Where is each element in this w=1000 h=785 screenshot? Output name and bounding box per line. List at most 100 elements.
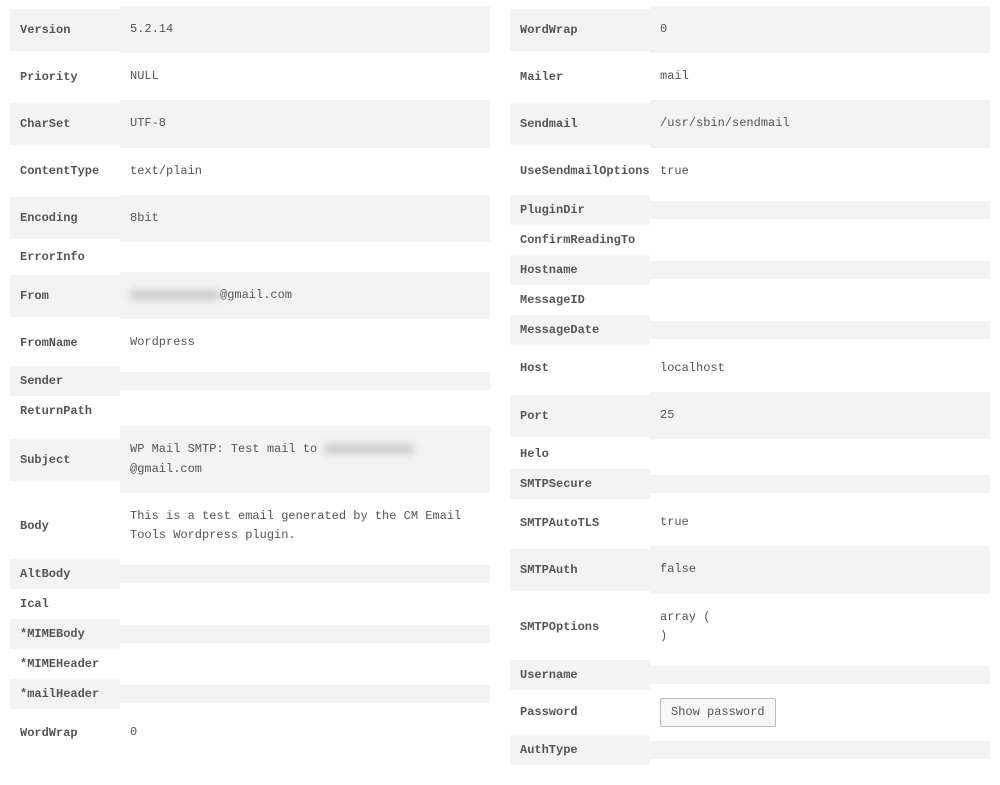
- config-value: true: [650, 148, 990, 195]
- config-value: [120, 595, 490, 613]
- config-value: array ( ): [650, 594, 990, 660]
- config-key: Sender: [10, 366, 120, 396]
- config-key: MessageID: [510, 285, 650, 315]
- config-row: Encoding8bit: [10, 195, 490, 242]
- config-row: WordWrap0: [10, 709, 490, 756]
- config-value: 8bit: [120, 195, 490, 242]
- config-value: [120, 685, 490, 703]
- config-row: Port25: [510, 392, 990, 439]
- config-value: [650, 201, 990, 219]
- config-key: Host: [510, 347, 650, 389]
- config-row: *MIMEBody: [10, 619, 490, 649]
- config-row: CharSetUTF-8: [10, 100, 490, 147]
- config-key: CharSet: [10, 103, 120, 145]
- config-key: ContentType: [10, 150, 120, 192]
- config-value: @gmail.com: [120, 272, 490, 319]
- config-key: Hostname: [510, 255, 650, 285]
- config-value: [120, 625, 490, 643]
- config-key: WordWrap: [10, 712, 120, 754]
- config-key: Password: [510, 697, 650, 727]
- config-row: SubjectWP Mail SMTP: Test mail to @gmail…: [10, 426, 490, 492]
- config-value: mail: [650, 53, 990, 100]
- config-value: [120, 655, 490, 673]
- config-value: [650, 741, 990, 759]
- config-key: AuthType: [510, 735, 650, 765]
- config-key: ReturnPath: [10, 396, 120, 426]
- config-row: Version5.2.14: [10, 6, 490, 53]
- right-column: WordWrap0MailermailSendmail/usr/sbin/sen…: [510, 6, 990, 765]
- config-row: Mailermail: [510, 53, 990, 100]
- config-row: ContentTypetext/plain: [10, 148, 490, 195]
- config-value: [650, 321, 990, 339]
- show-password-button[interactable]: Show password: [660, 698, 776, 727]
- config-value: UTF-8: [120, 100, 490, 147]
- config-value: [120, 248, 490, 266]
- config-row: ErrorInfo: [10, 242, 490, 272]
- config-key: Version: [10, 9, 120, 51]
- config-value: 25: [650, 392, 990, 439]
- config-key: Username: [510, 660, 650, 690]
- redacted-text: [130, 290, 220, 300]
- config-row: *mailHeader: [10, 679, 490, 709]
- config-value: [120, 372, 490, 390]
- config-row: MessageDate: [510, 315, 990, 345]
- config-row: Hostlocalhost: [510, 345, 990, 392]
- config-value: WP Mail SMTP: Test mail to @gmail.com: [120, 426, 490, 492]
- config-key: Mailer: [510, 56, 650, 98]
- config-value: localhost: [650, 345, 990, 392]
- config-row: From@gmail.com: [10, 272, 490, 319]
- config-row: BodyThis is a test email generated by th…: [10, 493, 490, 559]
- config-value: [650, 445, 990, 463]
- config-key: PluginDir: [510, 195, 650, 225]
- config-value: [650, 291, 990, 309]
- config-key: WordWrap: [510, 9, 650, 51]
- config-row: MessageID: [510, 285, 990, 315]
- config-key: AltBody: [10, 559, 120, 589]
- config-value: [650, 231, 990, 249]
- config-row: WordWrap0: [510, 6, 990, 53]
- left-column: Version5.2.14PriorityNULLCharSetUTF-8Con…: [10, 6, 490, 765]
- config-row: Username: [510, 660, 990, 690]
- config-value: text/plain: [120, 148, 490, 195]
- config-key: Subject: [10, 439, 120, 481]
- config-key: Port: [510, 395, 650, 437]
- config-row: Sendmail/usr/sbin/sendmail: [510, 100, 990, 147]
- config-row: Password Show password: [510, 690, 990, 735]
- config-row: Sender: [10, 366, 490, 396]
- config-value: 0: [120, 709, 490, 756]
- config-key: SMTPAuth: [510, 549, 650, 591]
- config-value: 0: [650, 6, 990, 53]
- config-key: *MIMEBody: [10, 619, 120, 649]
- config-row: AltBody: [10, 559, 490, 589]
- config-value: 5.2.14: [120, 6, 490, 53]
- config-key: UseSendmailOptions: [510, 150, 650, 192]
- config-value: true: [650, 499, 990, 546]
- config-key: Helo: [510, 439, 650, 469]
- config-row: AuthType: [510, 735, 990, 765]
- config-row: UseSendmailOptionstrue: [510, 148, 990, 195]
- config-value: [650, 475, 990, 493]
- config-key: Sendmail: [510, 103, 650, 145]
- config-value: [650, 261, 990, 279]
- config-dump: Version5.2.14PriorityNULLCharSetUTF-8Con…: [0, 0, 1000, 785]
- config-value: false: [650, 546, 990, 593]
- config-value: Wordpress: [120, 319, 490, 366]
- config-value: This is a test email generated by the CM…: [120, 493, 490, 559]
- config-key: *MIMEHeader: [10, 649, 120, 679]
- config-row: SMTPSecure: [510, 469, 990, 499]
- config-row: SMTPOptionsarray ( ): [510, 594, 990, 660]
- config-key: MessageDate: [510, 315, 650, 345]
- config-row: ConfirmReadingTo: [510, 225, 990, 255]
- config-row: Hostname: [510, 255, 990, 285]
- config-value: Show password: [650, 690, 990, 735]
- config-key: Ical: [10, 589, 120, 619]
- config-key: *mailHeader: [10, 679, 120, 709]
- config-key: From: [10, 275, 120, 317]
- config-key: ErrorInfo: [10, 242, 120, 272]
- config-row: SMTPAuthfalse: [510, 546, 990, 593]
- config-row: SMTPAutoTLStrue: [510, 499, 990, 546]
- config-row: ReturnPath: [10, 396, 490, 426]
- config-value: [120, 565, 490, 583]
- config-value: NULL: [120, 53, 490, 100]
- config-value: [650, 666, 990, 684]
